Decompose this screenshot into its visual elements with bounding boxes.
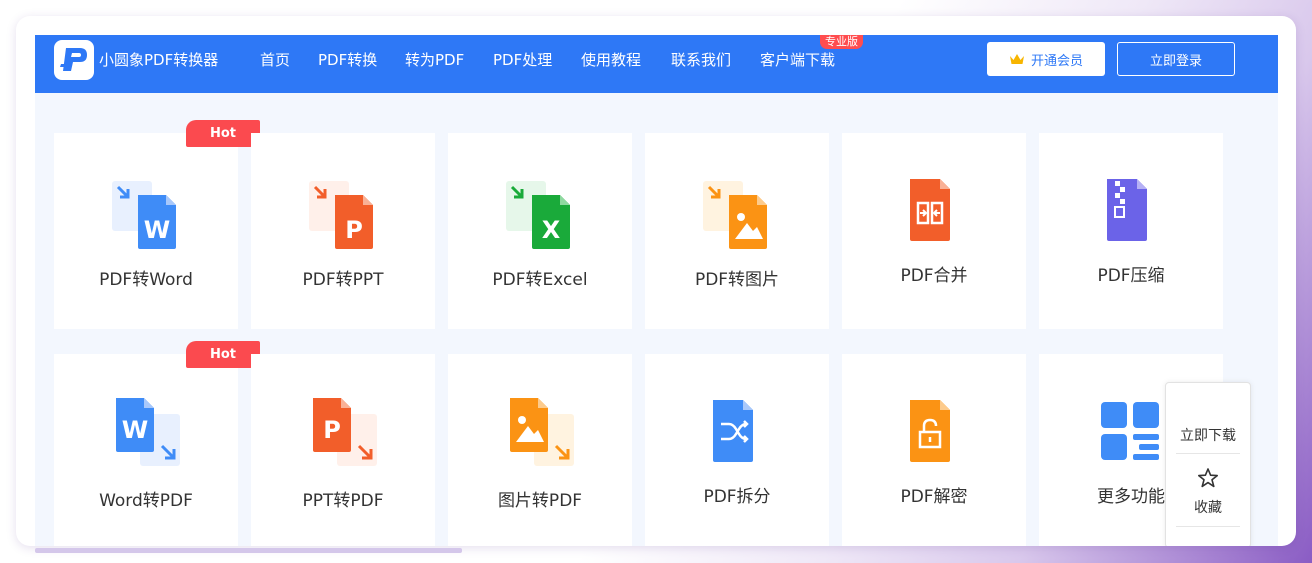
- tool-card-pdf-to-word[interactable]: W PDF转Word: [54, 133, 238, 329]
- pdf-to-ppt-icon: P: [309, 181, 373, 249]
- tool-card-pdf-compress[interactable]: PDF压缩: [1039, 133, 1223, 329]
- pdf-to-image-icon: [703, 181, 767, 249]
- ppt-to-pdf-icon: P: [313, 398, 377, 466]
- nav-home[interactable]: 首页: [260, 49, 290, 70]
- image-to-pdf-icon: [510, 398, 574, 466]
- tool-card-pdf-to-excel[interactable]: X PDF转Excel: [448, 133, 632, 329]
- divider: [1176, 526, 1240, 527]
- nav-pdf-convert[interactable]: PDF转换: [318, 49, 377, 70]
- svg-text:P: P: [345, 216, 363, 244]
- nav-client-download[interactable]: 客户端下载: [760, 49, 835, 70]
- open-vip-button[interactable]: 开通会员: [987, 42, 1105, 76]
- tool-card-pdf-split[interactable]: PDF拆分: [645, 354, 829, 546]
- tool-card-pdf-to-ppt[interactable]: P PDF转PPT: [251, 133, 435, 329]
- divider: [1176, 453, 1240, 454]
- favorite-button[interactable]: 收藏: [1166, 497, 1250, 517]
- hot-badge: Hot: [186, 341, 260, 368]
- nav-pdf-process[interactable]: PDF处理: [493, 49, 552, 70]
- nav-to-pdf[interactable]: 转为PDF: [405, 49, 464, 70]
- svg-text:X: X: [542, 216, 561, 244]
- tool-label: PDF拆分: [703, 487, 771, 507]
- svg-text:W: W: [122, 416, 148, 444]
- pdf-merge-icon: [910, 179, 950, 241]
- pdf-to-excel-icon: X: [506, 181, 570, 249]
- tool-label: 图片转PDF: [497, 491, 583, 511]
- tool-card-pdf-merge[interactable]: PDF合并: [842, 133, 1026, 329]
- brand-name[interactable]: 小圆象PDF转换器: [99, 49, 218, 70]
- tool-label: PPT转PDF: [302, 491, 384, 511]
- pdf-split-icon: [713, 400, 753, 462]
- word-to-pdf-icon: W: [116, 398, 180, 466]
- page-content: 小圆象PDF转换器 首页 PDF转换 转为PDF PDF处理 使用教程 联系我们…: [35, 35, 1278, 546]
- pdf-compress-icon: [1107, 179, 1147, 241]
- pdf-decrypt-icon: [910, 400, 950, 462]
- hot-badge: Hot: [186, 120, 260, 147]
- tool-label: PDF解密: [900, 487, 968, 507]
- crown-icon: [1009, 53, 1024, 64]
- download-now-button[interactable]: 立即下载: [1166, 425, 1250, 445]
- tool-label: PDF转Word: [99, 270, 193, 290]
- tool-label: PDF合并: [900, 266, 968, 286]
- horizontal-scrollbar-thumb[interactable]: [35, 548, 462, 553]
- open-vip-label: 开通会员: [1030, 53, 1083, 69]
- tool-card-word-to-pdf[interactable]: W Word转PDF: [54, 354, 238, 546]
- tool-card-pdf-to-image[interactable]: PDF转图片: [645, 133, 829, 329]
- star-icon[interactable]: [1197, 467, 1219, 489]
- tool-label: Word转PDF: [99, 491, 193, 511]
- tool-label: PDF压缩: [1097, 266, 1165, 286]
- floating-side-panel: 立即下载 收藏: [1165, 382, 1251, 546]
- pro-badge: 专业版: [820, 35, 863, 49]
- svg-text:W: W: [144, 216, 170, 244]
- nav-contact[interactable]: 联系我们: [671, 49, 731, 70]
- tool-card-image-to-pdf[interactable]: 图片转PDF: [448, 354, 632, 546]
- svg-text:P: P: [323, 416, 341, 444]
- logo-icon[interactable]: [54, 40, 94, 80]
- nav-tutorial[interactable]: 使用教程: [581, 49, 641, 70]
- tool-label: PDF转PPT: [302, 270, 384, 290]
- pdf-to-word-icon: W: [112, 181, 176, 249]
- browser-frame: 小圆象PDF转换器 首页 PDF转换 转为PDF PDF处理 使用教程 联系我们…: [16, 16, 1296, 546]
- tool-card-ppt-to-pdf[interactable]: P PPT转PDF: [251, 354, 435, 546]
- tool-label: PDF转图片: [694, 270, 780, 290]
- login-button[interactable]: 立即登录: [1117, 42, 1235, 76]
- tool-card-pdf-decrypt[interactable]: PDF解密: [842, 354, 1026, 546]
- more-functions-icon: [1101, 402, 1159, 460]
- top-nav-bar: 小圆象PDF转换器 首页 PDF转换 转为PDF PDF处理 使用教程 联系我们…: [35, 35, 1278, 93]
- tool-label: PDF转Excel: [492, 270, 588, 290]
